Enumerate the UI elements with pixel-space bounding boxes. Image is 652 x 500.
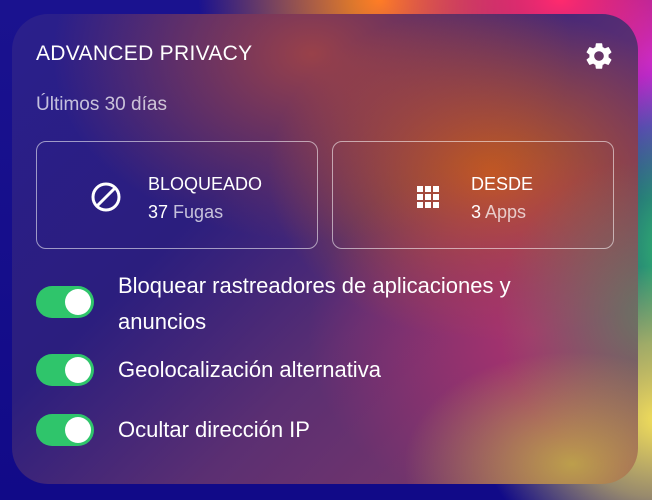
widget-title: ADVANCED PRIVACY [36,42,253,65]
hide-ip-toggle[interactable] [36,414,94,446]
toggle-knob [65,289,91,315]
apps-count: 3 [471,202,482,222]
toggle-knob [65,417,91,443]
toggle-knob [65,357,91,383]
toggle-row-location: Geolocalización alternativa [36,352,616,388]
apps-grid-icon [413,182,443,212]
advanced-privacy-widget: ADVANCED PRIVACY Últimos 30 días BLOQUEA… [12,14,638,484]
trackers-toggle-label: Bloquear rastreadores de aplicaciones y … [118,273,511,334]
trackers-toggle[interactable] [36,286,94,318]
apps-card[interactable]: DESDE 3 Apps [332,141,614,249]
blocked-leaks-card[interactable]: BLOQUEADO 37 Fugas [36,141,318,249]
blocked-label: BLOQUEADO [148,174,263,194]
period-subtitle: Últimos 30 días [36,94,167,115]
gear-icon[interactable] [583,40,615,72]
toggle-row-trackers: Bloquear rastreadores de aplicaciones y … [36,270,616,342]
apps-label: DESDE [471,174,534,194]
blocked-value: 37 Fugas [148,202,223,223]
toggle-row-ip: Ocultar dirección IP [36,412,616,448]
blocked-count: 37 [148,202,169,222]
location-toggle-label: Geolocalización alternativa [118,357,381,382]
location-toggle[interactable] [36,354,94,386]
apps-value: 3 Apps [471,202,526,223]
hide-ip-toggle-label: Ocultar dirección IP [118,417,310,442]
block-icon [89,180,123,214]
blocked-unit: Fugas [173,202,224,222]
apps-unit: Apps [485,202,527,222]
